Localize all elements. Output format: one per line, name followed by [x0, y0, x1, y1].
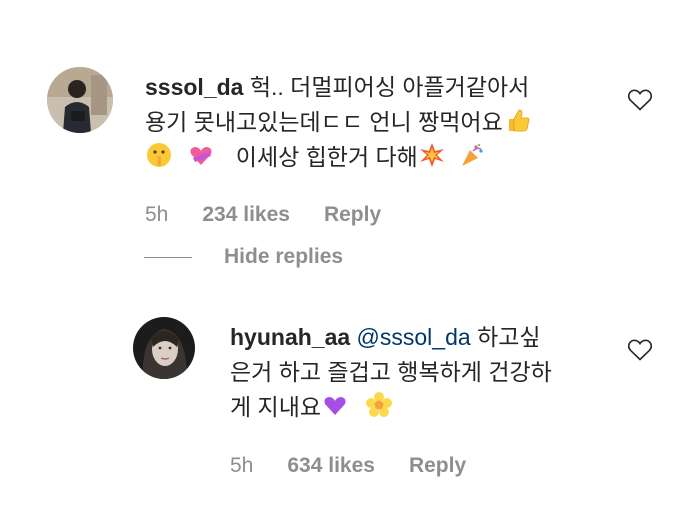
divider-line	[144, 256, 192, 258]
purple-heart-emoji	[324, 397, 346, 415]
comment-line-3-text: 이세상 힙한거 다해	[235, 144, 418, 170]
reply-line-1-text: 하고싶	[477, 324, 541, 350]
comment-text: sssol_da 헉.. 더멀피어싱 아플거같아서 용기 못내고있는데ㄷㄷ 언니…	[145, 70, 605, 175]
party-popper-emoji	[462, 143, 483, 166]
avatar-hyunah-aa[interactable]	[133, 317, 195, 379]
reply-text: hyunah_aa @sssol_da 하고싶 은거 하고 즐겁고 행복하게 건…	[230, 320, 610, 425]
reply-username[interactable]: hyunah_aa	[230, 324, 350, 350]
reply-likes[interactable]: 634 likes	[287, 454, 375, 478]
comment-time[interactable]: 5h	[145, 203, 168, 227]
reply-line-2-text: 은거 하고 즐겁고 행복하게 건강하	[230, 359, 552, 385]
collision-emoji	[419, 143, 444, 167]
hide-replies-button[interactable]: Hide replies	[144, 245, 343, 269]
reply-button[interactable]: Reply	[324, 203, 381, 227]
comment-line-2: 용기 못내고있는데ㄷㄷ 언니 짱먹어요	[145, 105, 605, 140]
like-heart-icon[interactable]	[627, 338, 653, 362]
avatar-image	[47, 67, 113, 133]
shushing-face-emoji	[147, 143, 171, 167]
reply-meta: 5h 634 likes Reply	[230, 454, 466, 478]
reply-time[interactable]: 5h	[230, 454, 253, 478]
reply-line-3-text: 게 지내요	[230, 394, 322, 420]
avatar-image	[133, 317, 195, 379]
comment-likes[interactable]: 234 likes	[202, 203, 290, 227]
reply-line-2: 은거 하고 즐겁고 행복하게 건강하	[230, 355, 610, 390]
blossom-emoji	[366, 392, 393, 417]
reply-button[interactable]: Reply	[409, 454, 466, 478]
comment-meta: 5h 234 likes Reply	[145, 203, 381, 227]
comment-line-1: sssol_da 헉.. 더멀피어싱 아플거같아서	[145, 70, 605, 105]
hide-replies-label: Hide replies	[224, 245, 344, 268]
like-heart-icon[interactable]	[627, 88, 653, 112]
comment-line-3: 이세상 힙한거 다해	[145, 140, 605, 175]
reply-line-3: 게 지내요	[230, 390, 610, 425]
avatar-sssol-da[interactable]	[47, 67, 113, 133]
heart-with-ribbon-emoji	[190, 147, 212, 165]
thumbs-up-emoji	[508, 109, 530, 132]
comment-line-2-text: 용기 못내고있는데ㄷㄷ 언니 짱먹어요	[145, 109, 503, 135]
comment-line-1-text: 헉.. 더멀피어싱 아플거같아서	[249, 74, 530, 100]
comment-username[interactable]: sssol_da	[145, 74, 243, 100]
reply-mention[interactable]: @sssol_da	[357, 324, 471, 350]
reply-line-1: hyunah_aa @sssol_da 하고싶	[230, 320, 610, 355]
